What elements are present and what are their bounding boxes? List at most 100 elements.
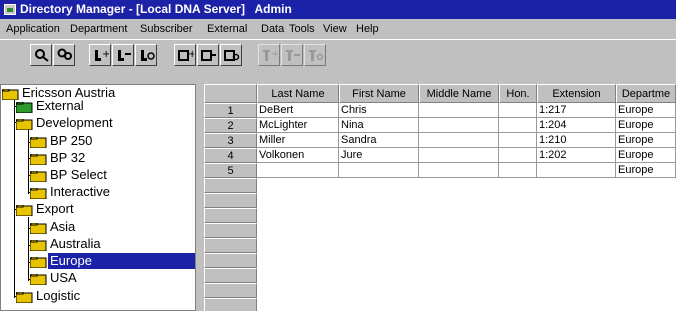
cell-department[interactable]: Europe	[616, 163, 676, 178]
cell-middle-name[interactable]	[419, 133, 499, 148]
column-header-last-name[interactable]: Last Name	[257, 84, 339, 103]
subscriber-grid: Last Name First Name Middle Name Hon. Ex…	[204, 84, 676, 311]
window-title: Directory Manager - [Local DNA Server]	[20, 2, 245, 16]
tree-node-label: Development	[36, 115, 113, 130]
row-header[interactable]	[204, 283, 257, 298]
cell-extension[interactable]	[537, 163, 616, 178]
folder-icon	[29, 170, 47, 183]
tree-line	[14, 100, 15, 298]
row-header[interactable]: 2	[204, 118, 257, 133]
edit-department-icon	[224, 48, 240, 62]
remove-subscriber-icon	[116, 48, 132, 62]
row-header[interactable]	[204, 253, 257, 268]
menu-bar: Application Department Subscriber Extern…	[0, 19, 676, 39]
cell-department[interactable]: Europe	[616, 103, 676, 118]
tree-node-label: Europe	[48, 253, 195, 269]
remove-subscriber-button[interactable]	[112, 44, 134, 66]
remove-external-icon	[285, 48, 301, 62]
folder-icon	[29, 273, 47, 286]
tree-node-label: Interactive	[50, 184, 110, 199]
folder-open-icon	[15, 118, 33, 131]
title-bar: Directory Manager - [Local DNA Server] A…	[0, 0, 676, 19]
tree-node-label: BP Select	[50, 167, 107, 182]
tree-node-label: USA	[50, 270, 77, 285]
menu-view[interactable]: View	[323, 19, 347, 39]
cell-hon[interactable]	[499, 103, 537, 118]
edit-external-button[interactable]	[304, 44, 326, 66]
column-header-middle-name[interactable]: Middle Name	[419, 84, 499, 103]
find-button[interactable]	[30, 44, 52, 66]
cell-last-name[interactable]	[257, 163, 339, 178]
tree-node-label: Australia	[50, 236, 101, 251]
cell-first-name[interactable]: Jure	[339, 148, 419, 163]
cell-first-name[interactable]: Chris	[339, 103, 419, 118]
pane-splitter[interactable]	[196, 84, 204, 311]
tree-node-label: External	[36, 98, 84, 113]
row-header[interactable]	[204, 238, 257, 253]
row-header[interactable]: 1	[204, 103, 257, 118]
cell-department[interactable]: Europe	[616, 148, 676, 163]
column-header-department[interactable]: Departme	[616, 84, 676, 103]
cell-last-name[interactable]: DeBert	[257, 103, 339, 118]
column-header-hon[interactable]: Hon.	[499, 84, 537, 103]
row-header[interactable]	[204, 178, 257, 193]
edit-subscriber-icon	[139, 48, 155, 62]
menu-department[interactable]: Department	[70, 19, 127, 39]
cell-hon[interactable]	[499, 118, 537, 133]
tree-node-label: Logistic	[36, 288, 81, 303]
row-header[interactable]	[204, 298, 257, 311]
folder-icon	[29, 187, 47, 200]
tree-line	[28, 217, 29, 281]
row-header[interactable]	[204, 268, 257, 283]
row-header[interactable]	[204, 193, 257, 208]
grid-corner[interactable]	[204, 84, 257, 103]
cell-first-name[interactable]: Sandra	[339, 133, 419, 148]
row-header[interactable]	[204, 223, 257, 238]
app-icon	[4, 4, 16, 15]
column-header-first-name[interactable]: First Name	[339, 84, 419, 103]
cell-hon[interactable]	[499, 148, 537, 163]
row-header[interactable]: 4	[204, 148, 257, 163]
row-header[interactable]	[204, 208, 257, 223]
menu-external[interactable]: External	[207, 19, 247, 39]
cell-middle-name[interactable]	[419, 148, 499, 163]
cell-first-name[interactable]	[339, 163, 419, 178]
cell-middle-name[interactable]	[419, 118, 499, 133]
cell-first-name[interactable]: Nina	[339, 118, 419, 133]
menu-data[interactable]: Data	[261, 19, 284, 39]
cell-last-name[interactable]: Volkonen	[257, 148, 339, 163]
menu-help[interactable]: Help	[356, 19, 379, 39]
cell-extension[interactable]: 1:217	[537, 103, 616, 118]
cell-department[interactable]: Europe	[616, 133, 676, 148]
row-header[interactable]: 5	[204, 163, 257, 178]
edit-subscriber-button[interactable]	[135, 44, 157, 66]
find-icon	[34, 48, 50, 62]
add-department-button[interactable]: +	[174, 44, 196, 66]
folder-icon	[29, 222, 47, 235]
menu-tools[interactable]: Tools	[289, 19, 315, 39]
remove-department-button[interactable]	[197, 44, 219, 66]
cell-hon[interactable]	[499, 133, 537, 148]
cell-hon[interactable]	[499, 163, 537, 178]
cell-department[interactable]: Europe	[616, 118, 676, 133]
remove-department-icon	[201, 48, 217, 62]
folder-icon	[29, 153, 47, 166]
row-header[interactable]: 3	[204, 133, 257, 148]
cell-last-name[interactable]: Miller	[257, 133, 339, 148]
cell-extension[interactable]: 1:204	[537, 118, 616, 133]
folder-open-icon	[15, 204, 33, 217]
add-subscriber-button[interactable]: +	[89, 44, 111, 66]
cell-extension[interactable]: 1:210	[537, 133, 616, 148]
cell-extension[interactable]: 1:202	[537, 148, 616, 163]
edit-department-button[interactable]	[220, 44, 242, 66]
menu-application[interactable]: Application	[6, 19, 60, 39]
find-all-button[interactable]	[53, 44, 75, 66]
column-header-extension[interactable]: Extension	[537, 84, 616, 103]
add-external-button[interactable]: +	[258, 44, 280, 66]
cell-last-name[interactable]: McLighter	[257, 118, 339, 133]
cell-middle-name[interactable]	[419, 163, 499, 178]
cell-middle-name[interactable]	[419, 103, 499, 118]
menu-subscriber[interactable]: Subscriber	[140, 19, 193, 39]
edit-external-icon	[308, 48, 324, 62]
remove-external-button[interactable]	[281, 44, 303, 66]
